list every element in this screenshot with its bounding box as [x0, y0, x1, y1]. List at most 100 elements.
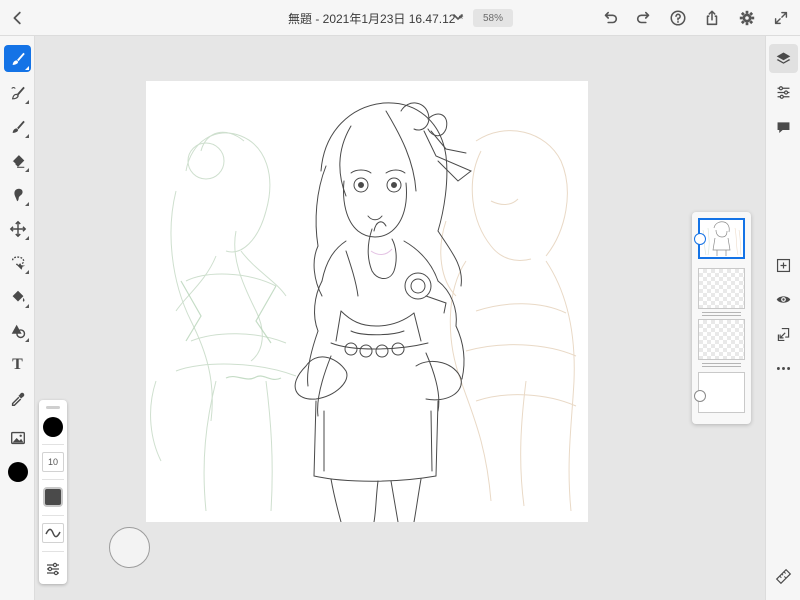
help-button[interactable]	[666, 6, 690, 30]
eraser-icon	[11, 154, 24, 168]
image-tool[interactable]	[4, 424, 31, 451]
right-toolbar	[765, 36, 800, 600]
layers-panel	[692, 212, 751, 424]
stroke-smoothing-icon	[45, 528, 61, 538]
ghost-sketch-left-bow	[180, 280, 282, 380]
brush-icon	[12, 52, 25, 65]
text-icon: T	[12, 355, 23, 373]
smudge-icon	[13, 188, 23, 201]
fill-bucket-icon	[12, 290, 24, 302]
comments-icon	[777, 122, 790, 134]
brush-settings-icon	[47, 562, 59, 576]
lasso-icon	[11, 255, 25, 270]
layers-icon	[776, 52, 791, 64]
redo-button[interactable]	[632, 6, 656, 30]
settings-icon	[739, 10, 755, 26]
brush-color-swatch[interactable]	[43, 417, 63, 437]
tool-options-indicator	[25, 134, 29, 138]
divider	[42, 551, 64, 552]
visibility-icon	[776, 296, 791, 303]
tool-options-indicator	[25, 202, 29, 206]
help-icon	[670, 10, 686, 26]
brush-settings-button[interactable]	[43, 559, 63, 579]
chevron-down-icon[interactable]	[452, 11, 464, 23]
sketch-artwork	[150, 102, 577, 522]
comments-button[interactable]	[769, 113, 798, 142]
undo-icon	[604, 11, 618, 24]
more-options-button[interactable]	[769, 354, 798, 383]
back-button[interactable]	[6, 6, 30, 30]
selection-tool[interactable]	[4, 249, 31, 276]
live-brush-tool[interactable]	[4, 79, 31, 106]
fullscreen-button[interactable]	[769, 6, 793, 30]
brush-size-field[interactable]: 10	[42, 452, 64, 472]
tool-options-indicator	[25, 66, 29, 70]
move-icon	[9, 220, 26, 237]
touch-modifier-button[interactable]	[109, 527, 150, 568]
tool-options-indicator	[25, 270, 29, 274]
divider	[42, 479, 64, 480]
layers-button[interactable]	[769, 44, 798, 73]
ruler-icon	[775, 568, 792, 585]
eyedropper-icon	[11, 392, 24, 406]
fill-tool[interactable]	[4, 283, 31, 310]
background-layer-icon[interactable]	[694, 390, 706, 402]
import-button[interactable]	[769, 320, 798, 349]
left-toolbar: T	[0, 36, 35, 600]
more-icon	[776, 367, 791, 370]
shapes-icon	[11, 324, 25, 338]
brush-panel: 10	[39, 400, 67, 584]
zoom-level[interactable]: 58%	[473, 9, 513, 27]
ghost-sketch-left	[150, 131, 297, 512]
ruler-button[interactable]	[769, 562, 798, 591]
import-icon	[777, 327, 790, 342]
brush-opacity-swatch[interactable]	[43, 487, 63, 507]
live-brush-icon	[10, 86, 25, 99]
layer-1-preview	[702, 221, 742, 256]
share-button[interactable]	[700, 6, 724, 30]
main-character-sketch	[294, 102, 472, 522]
tool-options-indicator	[25, 304, 29, 308]
layer-2-thumbnail[interactable]	[698, 268, 745, 309]
settings-button[interactable]	[735, 6, 759, 30]
layer-3-thumbnail[interactable]	[698, 319, 745, 360]
eyedropper-tool[interactable]	[4, 385, 31, 412]
layer-divider	[702, 366, 741, 367]
adjustments-icon	[777, 86, 790, 99]
current-color-swatch[interactable]	[8, 462, 28, 482]
add-layer-button[interactable]	[769, 251, 798, 280]
image-icon	[10, 431, 25, 444]
layer-divider	[702, 315, 741, 316]
transform-tool[interactable]	[4, 215, 31, 242]
document-title[interactable]: 無題 - 2021年1月23日 16.47.12 *	[288, 10, 463, 27]
stroke-smoothing-button[interactable]	[42, 523, 64, 543]
vector-brush-tool[interactable]	[4, 113, 31, 140]
tool-options-indicator	[25, 100, 29, 104]
drawing-canvas[interactable]	[146, 81, 588, 522]
layer-divider	[702, 312, 741, 313]
share-icon	[706, 10, 718, 26]
eraser-tool[interactable]	[4, 147, 31, 174]
layer-visibility-button[interactable]	[769, 285, 798, 314]
divider	[42, 444, 64, 445]
top-bar: 無題 - 2021年1月23日 16.47.12 * 58%	[0, 0, 800, 36]
tool-options-indicator	[25, 236, 29, 240]
back-icon	[13, 11, 21, 25]
layer-options-icon[interactable]	[694, 233, 706, 245]
text-tool[interactable]: T	[4, 351, 31, 378]
fullscreen-icon	[774, 11, 788, 25]
pixel-brush-tool[interactable]	[4, 45, 31, 72]
add-layer-icon	[776, 258, 791, 273]
main-sketch-accent	[370, 248, 393, 255]
smudge-tool[interactable]	[4, 181, 31, 208]
panel-drag-handle[interactable]	[46, 406, 60, 409]
adjustments-button[interactable]	[769, 78, 798, 107]
vector-brush-icon	[12, 120, 25, 133]
redo-icon	[636, 11, 650, 24]
shapes-tool[interactable]	[4, 317, 31, 344]
divider	[42, 515, 64, 516]
tool-options-indicator	[25, 168, 29, 172]
ghost-sketch-right	[440, 130, 577, 512]
tool-options-indicator	[25, 338, 29, 342]
undo-button[interactable]	[598, 6, 622, 30]
